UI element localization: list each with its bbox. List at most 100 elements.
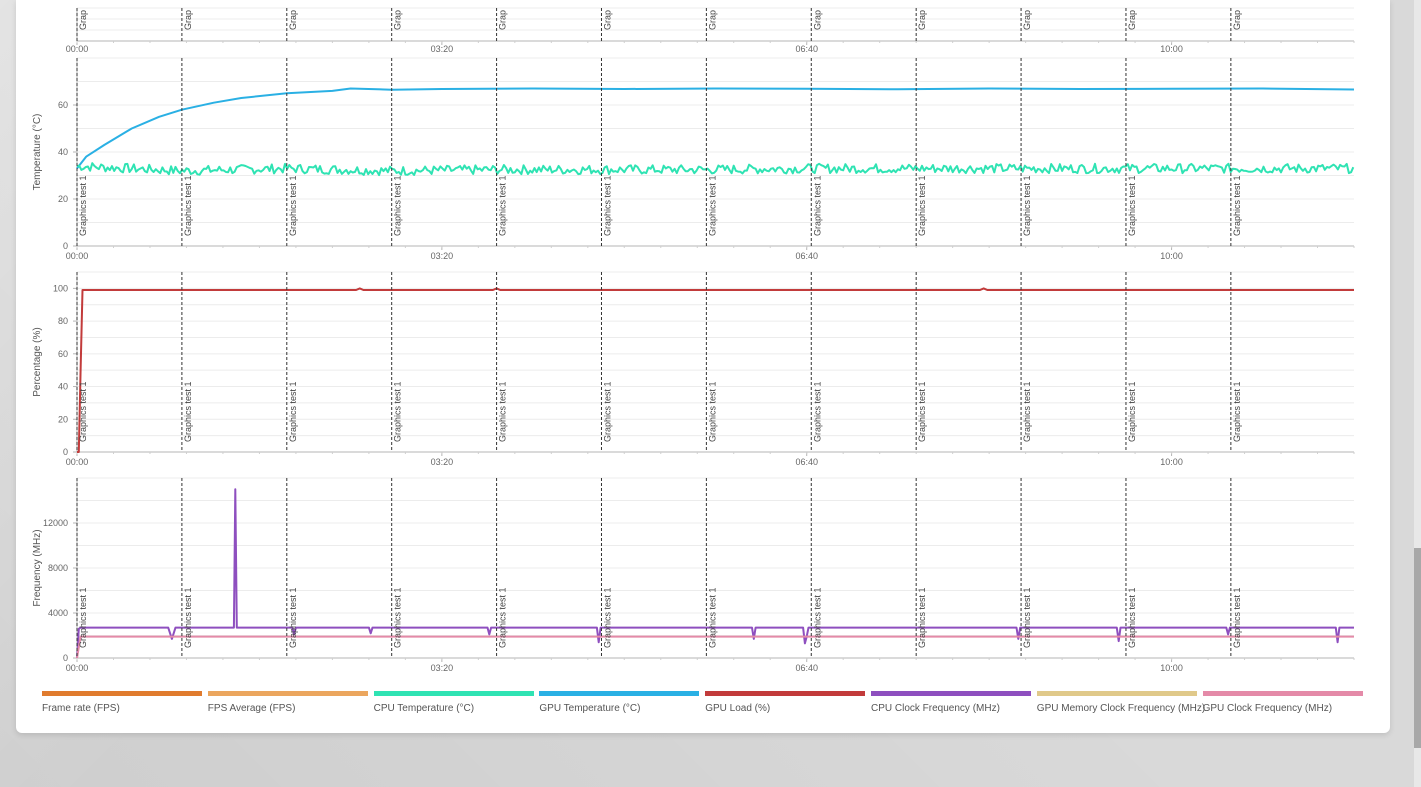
legend-label: FPS Average (FPS) [207,703,296,714]
test-marker-label: Graphics test 1 [183,587,193,648]
test-marker-label: Graphics test 1 [1022,381,1032,442]
legend-label: CPU Temperature (°C) [373,703,475,714]
test-marker-label: Graphics test 1 [812,175,822,236]
chart-panel: 0 4000 8000 12000Frequency (MHz) 00:00 03:20 0… [32,477,1355,673]
test-marker-label: Grap [602,10,612,30]
x-tick-label: 10:00 [1160,663,1183,673]
legend-swatch [207,691,368,696]
x-tick-label: 00:00 [66,251,89,261]
legend-item[interactable]: FPS Average (FPS) [207,691,368,714]
x-tick-label: 10:00 [1160,251,1183,261]
x-tick-label: 06:40 [795,251,818,261]
test-marker-label: Graphics test 1 [707,587,717,648]
test-marker-label: Grap [1127,10,1137,30]
test-marker-label: Graphics test 1 [498,587,508,648]
scrollbar-track[interactable] [1414,0,1421,787]
x-tick-label: 06:40 [795,663,818,673]
legend-label: GPU Clock Frequency (MHz) [1202,703,1333,714]
legend-item[interactable]: GPU Temperature (°C) [539,691,700,714]
x-tick-label: 00:00 [66,457,89,467]
test-marker-label: Graphics test 1 [1232,587,1242,648]
y-tick-label: 0 [63,241,68,251]
test-marker-label: Graphics test 1 [498,381,508,442]
legend-item[interactable]: CPU Temperature (°C) [373,691,534,714]
legend-swatch [1036,691,1197,696]
test-marker-label: Grap [288,10,298,30]
y-tick-label: 40 [58,382,68,392]
y-tick-label: 60 [58,100,68,110]
test-marker-label: Graphics test 1 [812,381,822,442]
test-marker-label: Graphics test 1 [288,175,298,236]
test-marker-label: Grap [917,10,927,30]
x-tick-label: 06:40 [795,457,818,467]
test-marker-label: Graphics test 1 [917,587,927,648]
test-marker-label: Grap [707,10,717,30]
legend-item[interactable]: Frame rate (FPS) [42,691,202,714]
test-marker-label: Grap [1232,10,1242,30]
legend-label: Frame rate (FPS) [42,703,120,714]
test-marker-label: Graphics test 1 [707,175,717,236]
test-marker-label: Graphics test 1 [288,587,298,648]
test-marker-label: Graphics test 1 [393,587,403,648]
y-tick-label: 100 [53,283,68,293]
x-tick-label: 03:20 [431,251,454,261]
series-line-cpu-temperature [76,162,1355,177]
test-marker-label: Graphics test 1 [393,175,403,236]
y-axis-title: Temperature (°C) [32,114,43,191]
chart-legend: Frame rate (FPS) FPS Average (FPS) CPU Tem… [42,691,1367,721]
test-marker-label: Graphics test 1 [183,175,193,236]
x-tick-label: 03:20 [431,663,454,673]
test-marker-label: Graphics test 1 [1232,175,1242,236]
legend-label: GPU Temperature (°C) [539,703,641,714]
test-marker-label: Grap [183,10,193,30]
chart-panel: 00:00 03:20 06:40 10:00 Grap Grap Grap Grap Grap… [66,7,1355,54]
test-marker-label: Grap [812,10,822,30]
test-marker-label: Grap [393,10,403,30]
test-marker-label: Graphics test 1 [78,587,88,648]
legend-swatch [42,691,202,696]
test-marker-label: Grap [78,10,88,30]
legend-item[interactable]: GPU Memory Clock Frequency (MHz) [1036,691,1206,714]
scrollbar-thumb[interactable] [1414,548,1421,748]
legend-swatch [539,691,700,696]
test-marker-label: Graphics test 1 [602,381,612,442]
legend-label: GPU Memory Clock Frequency (MHz) [1036,703,1206,714]
legend-swatch [705,691,866,696]
test-marker-label: Graphics test 1 [393,381,403,442]
test-marker-label: Graphics test 1 [602,587,612,648]
test-marker-label: Graphics test 1 [1127,381,1137,442]
x-tick-label: 03:20 [431,457,454,467]
test-marker-label: Grap [498,10,508,30]
legend-swatch [1202,691,1363,696]
y-tick-label: 40 [58,147,68,157]
legend-item[interactable]: CPU Clock Frequency (MHz) [871,691,1031,714]
x-tick-label: 00:00 [66,44,89,54]
test-marker-label: Graphics test 1 [1127,175,1137,236]
y-tick-label: 0 [63,653,68,663]
x-tick-label: 03:20 [431,44,454,54]
test-marker-label: Graphics test 1 [183,381,193,442]
legend-item[interactable]: GPU Clock Frequency (MHz) [1202,691,1363,714]
y-tick-label: 8000 [48,563,68,573]
test-marker-label: Graphics test 1 [498,175,508,236]
test-marker-label: Graphics test 1 [1232,381,1242,442]
y-axis-title: Percentage (%) [32,327,43,396]
legend-swatch [373,691,534,696]
test-marker-label: Graphics test 1 [78,175,88,236]
test-marker-label: Graphics test 1 [1022,587,1032,648]
x-tick-label: 00:00 [66,663,89,673]
y-tick-label: 80 [58,316,68,326]
x-tick-label: 06:40 [795,44,818,54]
y-tick-label: 0 [63,447,68,457]
test-marker-label: Graphics test 1 [602,175,612,236]
monitoring-charts: 00:00 03:20 06:40 10:00 Grap Grap Grap Grap Grap… [32,7,1355,673]
legend-item[interactable]: GPU Load (%) [705,691,866,714]
chart-panel: 0 20 40 60 80 100 Percentage (%) 00:00 03:20 06:4… [32,271,1355,467]
test-marker-label: Graphics test 1 [707,381,717,442]
test-marker-label: Graphics test 1 [917,381,927,442]
x-tick-label: 10:00 [1160,44,1183,54]
test-marker-label: Graphics test 1 [1022,175,1032,236]
test-marker-label: Graphics test 1 [1127,587,1137,648]
y-tick-label: 60 [58,349,68,359]
y-tick-label: 20 [58,414,68,424]
